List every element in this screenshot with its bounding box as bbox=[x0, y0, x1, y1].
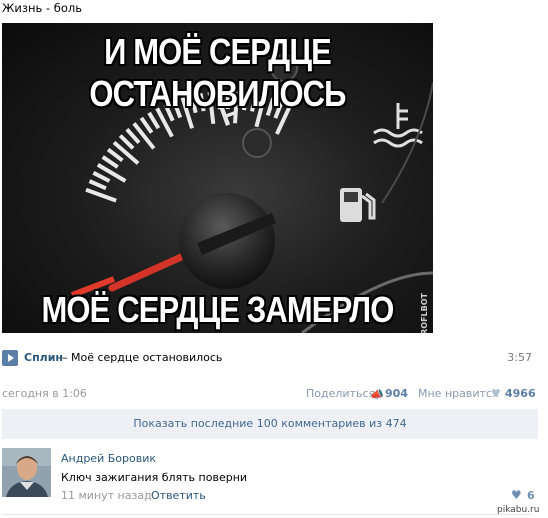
audio-track: Сплин – Моё сердце остановилось 3:57 bbox=[2, 350, 532, 366]
comment-author[interactable]: Андрей Боровик bbox=[61, 452, 156, 465]
meme-bottom-caption: МОЁ СЕРДЦЕ ЗАМЕРЛО bbox=[41, 289, 394, 330]
megaphone-icon[interactable]: 📣 bbox=[370, 388, 384, 401]
audio-track-name: Моё сердце остановилось bbox=[71, 351, 223, 364]
gauge-tick bbox=[112, 140, 140, 165]
post-title: Жизнь - боль bbox=[2, 1, 82, 15]
like-count[interactable]: 4966 bbox=[505, 387, 536, 400]
meme-image[interactable]: F И МОЁ СЕРДЦЕ ОСТАНОВИЛОСЬ МОЁ СЕРДЦЕ З… bbox=[2, 23, 433, 333]
share-count[interactable]: 904 bbox=[385, 387, 408, 400]
gauge-tick bbox=[106, 147, 124, 163]
gauge-tick bbox=[101, 155, 119, 169]
play-icon[interactable] bbox=[2, 350, 18, 366]
audio-duration: 3:57 bbox=[507, 351, 532, 364]
comment-like-count[interactable]: 6 bbox=[527, 489, 535, 502]
avatar[interactable] bbox=[2, 448, 51, 497]
reply-link[interactable]: Ответить bbox=[151, 489, 206, 502]
gauge-tick bbox=[125, 127, 141, 145]
comment-text: Ключ зажигания блять поверни bbox=[61, 471, 248, 484]
gauge-tick bbox=[139, 116, 154, 134]
divider bbox=[2, 514, 532, 515]
meme-watermark: ROFLBOT bbox=[420, 293, 429, 333]
audio-artist[interactable]: Сплин bbox=[24, 351, 63, 364]
gauge-tick bbox=[147, 111, 161, 130]
meme-top-caption: И МОЁ СЕРДЦЕ ОСТАНОВИЛОСЬ bbox=[89, 31, 346, 114]
fuel-pump-icon bbox=[340, 188, 376, 222]
audio-dash: – bbox=[62, 351, 71, 364]
comment-separator: | bbox=[144, 489, 148, 502]
comment-time[interactable]: 11 минут назад bbox=[61, 489, 152, 502]
gauge-tick bbox=[132, 122, 156, 150]
site-watermark: pikabu.ru bbox=[497, 505, 540, 515]
show-comments-button[interactable]: Показать последние 100 комментариев из 4… bbox=[2, 409, 538, 439]
comment-heart-icon[interactable]: ♥ bbox=[511, 488, 522, 502]
post-date[interactable]: сегодня в 1:06 bbox=[2, 387, 87, 400]
gauge-tick bbox=[92, 171, 111, 183]
avatar-photo bbox=[2, 448, 51, 497]
gauge-tick bbox=[118, 134, 135, 150]
audio-title: – Моё сердце остановилось bbox=[62, 351, 222, 364]
gauge-tick bbox=[85, 187, 117, 203]
heart-icon[interactable]: ♥ bbox=[491, 387, 501, 400]
share-button[interactable]: Поделиться bbox=[306, 387, 375, 400]
gauge-tick bbox=[88, 179, 107, 191]
like-button[interactable]: Мне нравится bbox=[418, 387, 499, 400]
screw-icon bbox=[242, 128, 272, 158]
